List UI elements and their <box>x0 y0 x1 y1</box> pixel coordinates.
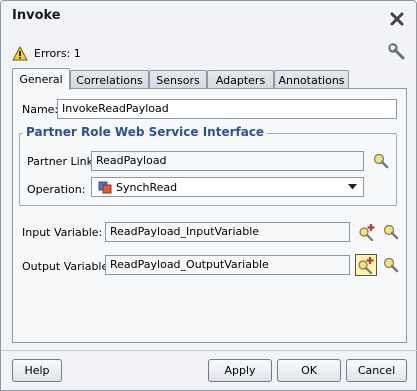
ok-button[interactable]: OK <box>277 359 341 382</box>
input-variable-label: Input Variable: <box>22 226 103 239</box>
name-label: Name: <box>22 103 59 116</box>
browse-input-variable-button[interactable] <box>381 222 401 242</box>
name-field[interactable]: InvokeReadPayload <box>57 99 397 119</box>
tab-general-label: General <box>19 73 63 86</box>
browse-output-variable-button[interactable] <box>381 255 401 275</box>
wrench-button[interactable] <box>388 43 408 63</box>
tab-sensors-label: Sensors <box>156 73 200 87</box>
tab-adapters[interactable]: Adapters <box>207 70 274 89</box>
tab-annotations[interactable]: Annotations <box>274 70 349 89</box>
close-button[interactable] <box>389 11 405 27</box>
tab-adapters-label: Adapters <box>215 73 266 87</box>
footer-separator <box>1 350 417 351</box>
create-input-variable-button[interactable] <box>357 222 377 242</box>
dialog-title: Invoke <box>12 8 61 23</box>
operation-value: SynchRead <box>116 180 178 194</box>
flashlight-icon <box>373 153 389 169</box>
errors-indicator: Errors: 1 <box>12 44 81 62</box>
tab-correlations[interactable]: Correlations <box>70 70 149 89</box>
browse-partner-link-button[interactable] <box>371 151 391 171</box>
add-variable-icon <box>359 224 375 241</box>
cancel-button[interactable]: Cancel <box>346 359 407 382</box>
output-variable-label: Output Variable: <box>22 260 112 273</box>
help-button[interactable]: Help <box>12 359 62 382</box>
apply-button[interactable]: Apply <box>208 359 272 382</box>
errors-count: Errors: 1 <box>34 46 81 60</box>
operation-select[interactable]: SynchRead <box>91 177 364 197</box>
partner-role-group-title: Partner Role Web Service Interface <box>23 125 268 139</box>
chevron-down-icon <box>348 184 357 190</box>
output-variable-field[interactable]: ReadPayload_OutputVariable <box>105 255 350 275</box>
invoke-dialog: Invoke Errors: 1 General Correlations Se… <box>0 0 417 391</box>
wrench-icon <box>388 43 405 60</box>
warning-icon <box>12 45 28 60</box>
tab-correlations-label: Correlations <box>76 73 143 87</box>
tab-general[interactable]: General <box>12 68 70 90</box>
operation-icon <box>98 181 112 193</box>
flashlight-icon <box>383 224 399 240</box>
create-output-variable-button[interactable] <box>355 254 377 276</box>
partner-link-field[interactable]: ReadPayload <box>91 151 364 171</box>
partner-link-label: Partner Link: <box>27 155 97 168</box>
operation-label: Operation: <box>27 183 86 196</box>
flashlight-icon <box>383 257 399 273</box>
tab-annotations-label: Annotations <box>278 73 345 87</box>
input-variable-field[interactable]: ReadPayload_InputVariable <box>105 222 350 242</box>
add-variable-icon <box>358 257 374 274</box>
close-icon <box>390 12 404 26</box>
tab-sensors[interactable]: Sensors <box>149 70 207 89</box>
